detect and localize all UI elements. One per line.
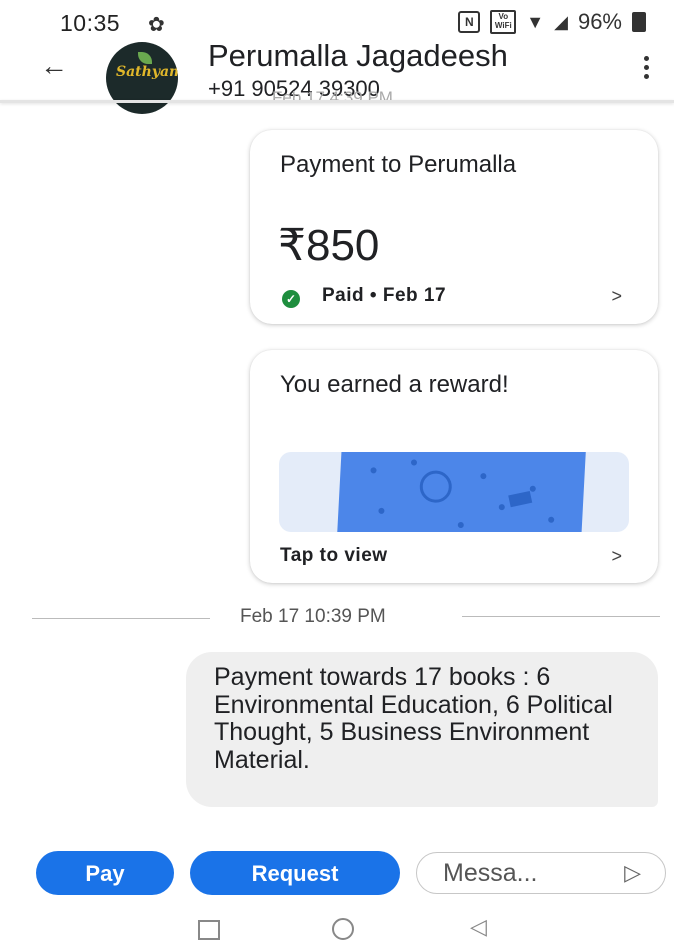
reward-ticket-icon xyxy=(336,452,586,532)
payment-title: Payment to Perumalla xyxy=(280,151,517,178)
pay-button[interactable]: Pay xyxy=(36,851,174,895)
recents-nav-icon[interactable] xyxy=(198,920,220,940)
date-divider: Feb 17 10:39 PM xyxy=(0,602,674,632)
message-text: Payment towards 17 books : 6 Environment… xyxy=(214,663,613,774)
contact-avatar[interactable]: Sathyam xyxy=(106,42,178,114)
contact-name[interactable]: Perumalla Jagadeesh xyxy=(208,38,508,74)
send-icon[interactable]: ▷ xyxy=(624,860,641,886)
check-circle-icon: ✓ xyxy=(282,290,300,308)
reward-title: You earned a reward! xyxy=(280,371,509,398)
reward-card[interactable]: You earned a reward! Tap to view > xyxy=(250,350,658,583)
message-bubble[interactable]: Payment towards 17 books : 6 Environment… xyxy=(186,652,658,807)
request-button[interactable]: Request xyxy=(190,851,400,895)
message-timestamp: Feb 17 10:39 PM xyxy=(240,606,386,627)
reward-scratch-card-image xyxy=(279,452,629,532)
message-input-placeholder: Messa... xyxy=(443,859,538,887)
battery-percent: 96% xyxy=(577,9,622,34)
chevron-right-icon: > xyxy=(611,546,622,566)
signal-icon: ◢ xyxy=(554,11,568,32)
header-divider xyxy=(0,100,674,103)
back-arrow-icon[interactable]: ← xyxy=(40,50,68,82)
home-nav-icon[interactable] xyxy=(332,918,354,940)
payment-status: Paid • Feb 17 xyxy=(322,285,447,306)
payment-card[interactable]: Payment to Perumalla ₹850 ✓ Paid • Feb 1… xyxy=(250,130,658,324)
avatar-logo-text: Sathyam xyxy=(116,64,178,80)
divider-line xyxy=(462,616,660,617)
chevron-right-icon: > xyxy=(611,286,622,306)
status-icons: N Vo WiFi ▼ ◢ 96% xyxy=(458,9,646,35)
nfc-icon: N xyxy=(458,11,481,33)
vowifi-icon: Vo WiFi xyxy=(490,10,517,34)
more-options-icon[interactable] xyxy=(644,56,649,83)
divider-line xyxy=(32,618,210,619)
leaf-logo-icon xyxy=(138,52,152,64)
back-nav-icon[interactable]: ◁ xyxy=(470,914,487,940)
battery-icon xyxy=(632,12,646,32)
wifi-icon: ▼ xyxy=(526,11,545,32)
payment-amount: ₹850 xyxy=(278,221,380,270)
settings-gear-icon: ✿ xyxy=(148,14,165,36)
previous-timestamp: Feb 17 4:39 PM xyxy=(272,88,393,100)
tap-to-view-link[interactable]: Tap to view xyxy=(280,545,388,567)
status-time: 10:35 xyxy=(60,10,121,36)
message-input[interactable]: Messa... ▷ xyxy=(416,852,666,894)
